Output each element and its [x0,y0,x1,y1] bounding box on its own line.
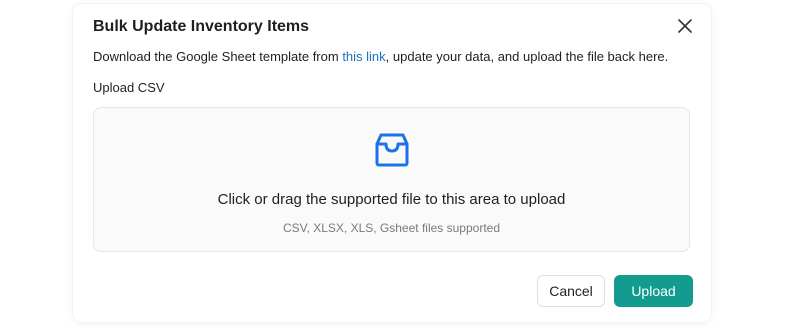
close-icon [678,19,692,33]
template-link[interactable]: this link [342,49,385,64]
file-dropzone[interactable]: Click or drag the supported file to this… [93,107,690,252]
dialog-title: Bulk Update Inventory Items [93,18,310,35]
upload-csv-label: Upload CSV [93,80,165,95]
dialog-description: Download the Google Sheet template from … [93,49,668,64]
dropzone-main-text: Click or drag the supported file to this… [217,191,566,208]
upload-button[interactable]: Upload [614,275,693,307]
dropzone-hint-text: CSV, XLSX, XLS, Gsheet files supported [282,221,500,235]
close-button[interactable] [675,16,695,36]
inbox-icon [375,133,409,167]
bulk-update-dialog: Bulk Update Inventory Items Download the… [73,4,711,322]
description-text-after: , update your data, and upload the file … [385,49,669,64]
description-text-before: Download the Google Sheet template from [93,49,343,64]
cancel-button[interactable]: Cancel [537,275,605,307]
